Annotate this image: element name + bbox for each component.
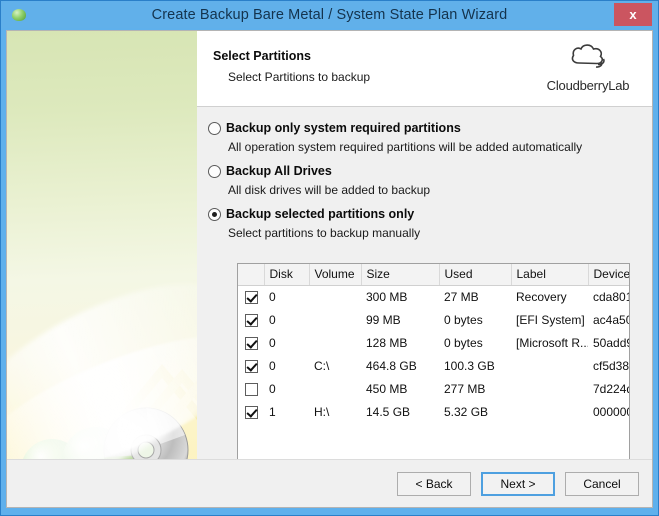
table-header: Disk Volume Size Used Label Device ID: [238, 264, 629, 286]
radio-selected-partitions[interactable]: [208, 208, 221, 221]
table-row[interactable]: 0 99 MB 0 bytes [EFI System] ac4a507b-8: [238, 309, 629, 332]
table-header-row: Disk Volume Size Used Label Device ID: [238, 264, 629, 286]
brand-logo: CloudberryLab: [536, 39, 640, 93]
cell-size: 99 MB: [366, 313, 401, 327]
cell-volume: [309, 332, 361, 355]
close-button[interactable]: x: [614, 3, 652, 26]
cell-device-id: ac4a507b-8: [593, 313, 629, 327]
cell-volume: C:\: [314, 359, 330, 373]
cell-volume: [309, 309, 361, 332]
page-subtitle: Select Partitions to backup: [228, 70, 371, 84]
column-header-label[interactable]: Label: [511, 264, 589, 286]
next-button[interactable]: Next >: [481, 472, 555, 496]
checkbox-checked-icon[interactable]: [245, 314, 258, 328]
cell-label: [511, 355, 588, 378]
option-label: Backup selected partitions only: [226, 207, 415, 221]
column-header-size[interactable]: Size: [361, 264, 440, 286]
partition-table[interactable]: Disk Volume Size Used Label Device ID 0 3…: [237, 263, 630, 478]
wizard-content: Select Partitions Select Partitions to b…: [197, 31, 652, 479]
checkbox-checked-icon[interactable]: [245, 360, 258, 374]
wizard-banner: [7, 31, 197, 479]
table-row[interactable]: 0 128 MB 0 bytes [Microsoft R... 50add987-3: [238, 332, 629, 355]
cell-device-id: 7d224d6d-0: [593, 382, 629, 396]
title-bar: Create Backup Bare Metal / System State …: [1, 1, 658, 28]
radio-all-drives[interactable]: [208, 165, 221, 178]
row-checkbox-cell[interactable]: [238, 286, 264, 309]
table-row[interactable]: 0 450 MB 277 MB 7d224d6d-0: [238, 378, 629, 401]
page-header: Select Partitions Select Partitions to b…: [197, 31, 652, 107]
cloud-icon: [567, 44, 609, 76]
option-description: Select partitions to backup manually: [228, 226, 421, 240]
cell-device-id: 00000000-0: [593, 405, 629, 419]
cell-label: [511, 401, 588, 424]
cell-device-id: cf5d3822-6: [593, 359, 630, 373]
cell-used: 5.32 GB: [444, 405, 489, 419]
table-row[interactable]: 0 300 MB 27 MB Recovery cda8012f-f: [238, 286, 629, 309]
cell-disk: 0: [269, 359, 276, 373]
row-checkbox-cell[interactable]: [238, 378, 264, 401]
option-label: Backup only system required partitions: [226, 121, 461, 135]
cell-volume: [309, 378, 361, 401]
option-selected-partitions[interactable]: Backup selected partitions only Select p…: [197, 207, 652, 240]
column-header-used[interactable]: Used: [439, 264, 512, 286]
cell-used: 27 MB: [444, 290, 479, 305]
column-header-checkbox[interactable]: [238, 264, 265, 286]
app-icon: [9, 5, 29, 25]
cell-disk: 0: [269, 290, 276, 305]
row-checkbox-cell[interactable]: [238, 309, 264, 332]
column-header-disk[interactable]: Disk: [264, 264, 310, 286]
column-header-volume[interactable]: Volume: [309, 264, 362, 286]
cell-disk: 0: [269, 313, 276, 327]
table-row[interactable]: 1 H:\ 14.5 GB 5.32 GB 00000000-0: [238, 401, 629, 424]
cell-label: [511, 378, 588, 401]
cell-size: 14.5 GB: [366, 405, 411, 419]
back-button[interactable]: < Back: [397, 472, 471, 496]
cell-size: 464.8 GB: [366, 359, 417, 373]
column-header-device-id[interactable]: Device ID: [588, 264, 629, 286]
cell-disk: 1: [269, 405, 276, 419]
table-row[interactable]: 0 C:\ 464.8 GB 100.3 GB cf5d3822-6: [238, 355, 630, 378]
row-checkbox-cell[interactable]: [238, 401, 264, 424]
brand-name: CloudberryLab: [546, 78, 630, 93]
row-checkbox-cell[interactable]: [238, 355, 264, 378]
cell-used: 0 bytes: [444, 336, 483, 350]
cell-size: 300 MB: [366, 290, 408, 305]
window-title: Create Backup Bare Metal / System State …: [151, 6, 508, 23]
table-body: 0 300 MB 27 MB Recovery cda8012f-f 0 99 MB 0 by…: [238, 286, 630, 424]
cell-size: 450 MB: [366, 382, 408, 396]
backup-scope-options: Backup only system required partitions A…: [197, 107, 652, 240]
cell-used: 277 MB: [444, 382, 486, 396]
cancel-button[interactable]: Cancel: [565, 472, 639, 496]
cell-device-id: 50add987-3: [593, 336, 629, 350]
checkbox-unchecked-icon[interactable]: [245, 383, 258, 397]
option-all-drives[interactable]: Backup All Drives All disk drives will b…: [197, 164, 652, 197]
radio-system-required[interactable]: [208, 122, 221, 135]
option-description: All operation system required partitions…: [228, 140, 583, 154]
cell-disk: 0: [269, 336, 276, 350]
row-checkbox-cell[interactable]: [238, 332, 264, 355]
cell-size: 128 MB: [366, 336, 408, 350]
checkbox-checked-icon[interactable]: [245, 337, 258, 351]
cell-volume: [309, 286, 361, 309]
option-description: All disk drives will be added to backup: [228, 183, 431, 197]
cell-volume: H:\: [314, 405, 330, 419]
option-label: Backup All Drives: [226, 164, 332, 178]
wizard-footer: < Back Next > Cancel: [7, 459, 652, 507]
wizard-frame: Select Partitions Select Partitions to b…: [6, 30, 653, 508]
cell-disk: 0: [269, 382, 276, 396]
option-system-required-partitions[interactable]: Backup only system required partitions A…: [197, 121, 652, 154]
cell-used: 0 bytes: [444, 313, 483, 327]
cell-label: [Microsoft R...: [516, 336, 588, 350]
cell-label: [EFI System]: [516, 313, 585, 327]
cell-label: Recovery: [516, 290, 567, 305]
checkbox-checked-icon[interactable]: [245, 291, 258, 305]
cell-device-id: cda8012f-f: [593, 290, 629, 305]
page-title: Select Partitions: [213, 49, 311, 63]
partition-table-element: Disk Volume Size Used Label Device ID 0 3…: [238, 264, 630, 424]
wizard-window: Create Backup Bare Metal / System State …: [0, 0, 659, 516]
checkbox-checked-icon[interactable]: [245, 406, 258, 420]
cell-used: 100.3 GB: [444, 359, 495, 373]
